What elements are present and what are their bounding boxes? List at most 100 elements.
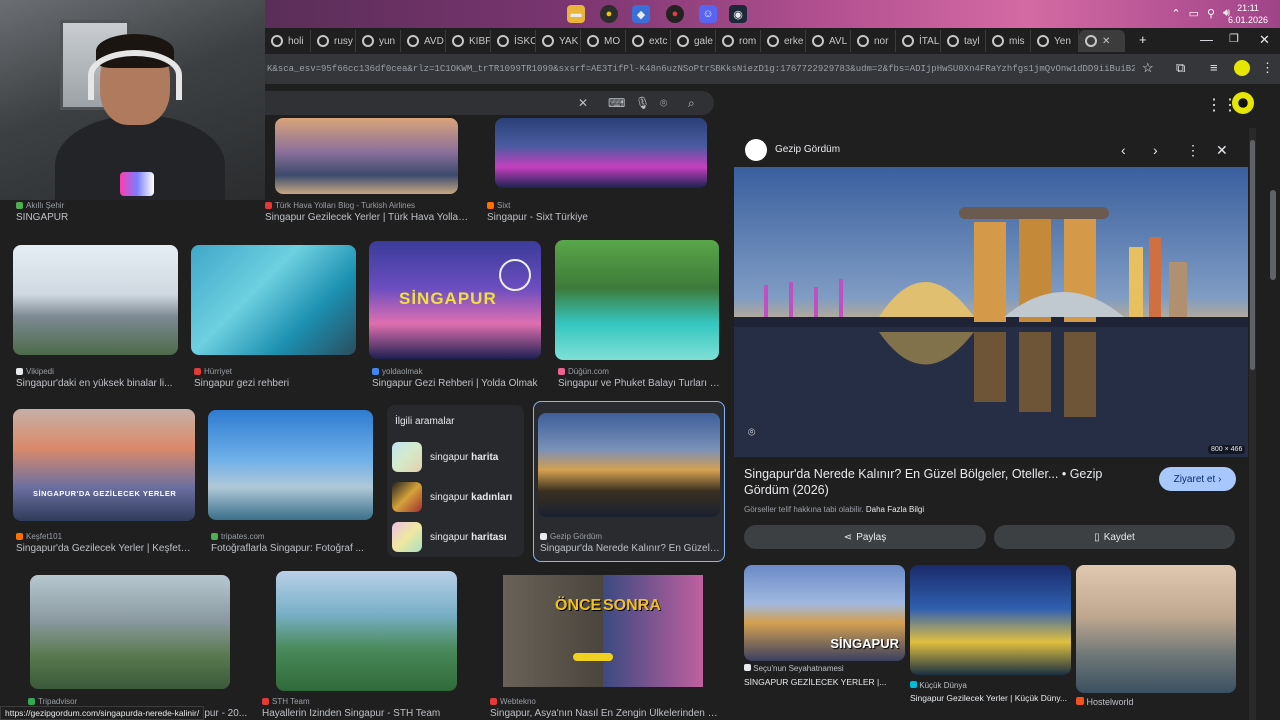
result-image[interactable]: SİNGAPUR [369,241,541,359]
discord-icon[interactable]: ☺ [699,5,717,23]
result-caption[interactable]: Singapur - Sixt Türkiye [487,212,707,223]
usb-icon[interactable]: ⚲ [1207,7,1215,20]
media-app-icon[interactable]: ● [666,5,684,23]
browser-tab[interactable]: nor [851,30,896,52]
visit-button[interactable]: Ziyaret et › [1159,467,1236,491]
result-source[interactable]: Hürriyet [194,367,232,376]
result-source[interactable]: Düğün.com [558,367,609,376]
preview-scrollbar-thumb[interactable] [1250,140,1255,370]
browser-tab[interactable]: rom [716,30,761,52]
result-source[interactable]: Türk Hava Yolları Blog - Turkish Airline… [265,201,415,210]
result-source[interactable]: STH Team [262,697,310,706]
related-caption[interactable]: Singapur Gezilecek Yerler | Küçük Düny..… [910,693,1072,703]
result-image-selected[interactable] [538,413,720,517]
result-image[interactable] [191,245,356,355]
browser-tab[interactable]: İTAL [896,30,941,52]
related-image[interactable] [1076,565,1236,693]
preview-image[interactable] [734,167,1248,457]
browser-tab[interactable]: extc [626,30,671,52]
related-source[interactable]: Hostelworld [1076,697,1134,707]
previous-image-icon[interactable]: ‹ [1121,142,1126,158]
url-field[interactable]: K&sca_esv=95f66cc136df0cea&rlz=1C1OKWM_t… [265,64,1135,74]
chevron-up-icon[interactable]: ⌃ [1171,7,1180,20]
bookmark-star-icon[interactable]: ☆ [1142,60,1154,76]
preview-source-name[interactable]: Gezip Gördüm [775,144,840,155]
related-search-item[interactable]: singapur harita [392,442,520,472]
close-window-icon[interactable]: ✕ [1259,32,1270,48]
keyboard-icon[interactable]: ⌨ [608,96,625,110]
preview-title[interactable]: Singapur'da Nerede Kalınır? En Güzel Böl… [744,466,1144,498]
steam-icon[interactable]: ◉ [729,5,747,23]
system-clock[interactable]: 21:11 6.01.2026 [1222,2,1274,26]
lens-icon[interactable]: ⌾ [660,96,667,111]
result-image[interactable] [555,240,719,360]
browser-tab[interactable]: İSKC [491,30,536,52]
result-image[interactable] [276,571,457,691]
menu-kebab-icon[interactable]: ⋮ [1261,60,1274,76]
related-source[interactable]: Küçük Dünya [910,681,967,690]
file-explorer-icon[interactable]: ▬ [567,5,585,23]
account-avatar-icon[interactable] [1232,92,1254,114]
result-caption[interactable]: Singapur gezi rehberi [194,378,354,389]
result-image[interactable]: SİNGAPUR'DA GEZİLECEK YERLER [13,409,195,521]
related-caption[interactable]: SİNGAPUR GEZİLECEK YERLER |... [744,677,904,687]
result-caption[interactable]: Singapur Gezilecek Yerler | Türk Hava Yo… [265,212,470,223]
result-image[interactable] [208,410,373,520]
new-tab-icon[interactable]: + [1139,32,1147,47]
related-image[interactable] [910,565,1071,675]
browser-tab[interactable]: erke [761,30,806,52]
result-source[interactable]: yoldaolmak [372,367,422,376]
result-source[interactable]: Webtekno [490,697,536,706]
lens-search-icon[interactable]: ⌾ [748,425,766,443]
browser-tab[interactable]: rusy [311,30,356,52]
result-caption[interactable]: Singapur'da Nerede Kalınır? En Güzel ... [540,543,720,554]
tab-close-icon[interactable]: ✕ [1102,36,1110,47]
extensions-icon[interactable]: ⧉ [1176,60,1185,76]
app-icon[interactable]: ◆ [632,5,650,23]
result-image[interactable] [13,245,178,355]
share-button[interactable]: ⋖ Paylaş [744,525,986,549]
result-image[interactable]: ÖNCE SONRA [503,575,703,687]
chrome-icon[interactable]: ● [600,5,618,23]
result-caption[interactable]: Fotoğraflarla Singapur: Fotoğraf ... [211,543,371,554]
result-image[interactable] [30,575,230,689]
result-source[interactable]: Gezip Gördüm [540,532,602,541]
browser-tab[interactable]: AVD [401,30,446,52]
result-caption[interactable]: Singapur'daki en yüksek binalar li... [16,378,176,389]
related-source[interactable]: Seçu'nun Seyahatnamesi [744,664,844,673]
result-caption[interactable]: Singapur'da Gezilecek Yerler | Keşfet1..… [16,543,194,554]
result-source[interactable]: tripates.com [211,532,265,541]
browser-tab[interactable]: tayl [941,30,986,52]
close-preview-icon[interactable]: ✕ [1216,142,1228,159]
related-search-item[interactable]: singapur haritası [392,522,520,552]
clear-search-icon[interactable]: ✕ [578,96,588,110]
search-icon[interactable]: ⌕ [688,96,695,111]
source-logo-icon[interactable] [745,139,767,161]
result-source[interactable]: Sixt [487,201,510,210]
result-caption[interactable]: Singapur ve Phuket Balayı Turları |... [558,378,720,389]
browser-tab[interactable]: YAK [536,30,581,52]
result-source[interactable]: Keşfet101 [16,532,62,541]
browser-tab[interactable]: gale [671,30,716,52]
related-image[interactable]: SİNGAPUR [744,565,905,661]
page-scrollbar-thumb[interactable] [1270,190,1276,280]
learn-more-link[interactable]: Daha Fazla Bilgi [866,505,924,514]
browser-tab[interactable]: holi [265,30,311,52]
next-image-icon[interactable]: › [1153,142,1158,158]
browser-tab-active[interactable]: ✕ [1079,30,1125,52]
restore-icon[interactable]: ❐ [1229,32,1239,45]
result-caption[interactable]: ...pur - 20... [196,708,256,719]
browser-tab[interactable]: AVL [806,30,851,52]
result-caption[interactable]: Hayallerin İzinden Singapur - STH Team [262,708,462,719]
browser-tab[interactable]: Yen [1031,30,1079,52]
save-button[interactable]: ▯ Kaydet [994,525,1235,549]
minimize-icon[interactable]: — [1200,32,1213,47]
network-icon[interactable]: ▭ [1189,7,1199,20]
result-caption[interactable]: Singapur, Asya'nın Nasıl En Zengin Ülkel… [490,708,718,719]
profile-avatar-icon[interactable] [1234,60,1250,76]
browser-tab[interactable]: mis [986,30,1031,52]
browser-tab[interactable]: MO [581,30,626,52]
media-control-icon[interactable]: ≡ [1210,60,1218,75]
result-source[interactable]: Vikipedi [16,367,54,376]
result-source[interactable]: Tripadvisor [28,697,77,706]
